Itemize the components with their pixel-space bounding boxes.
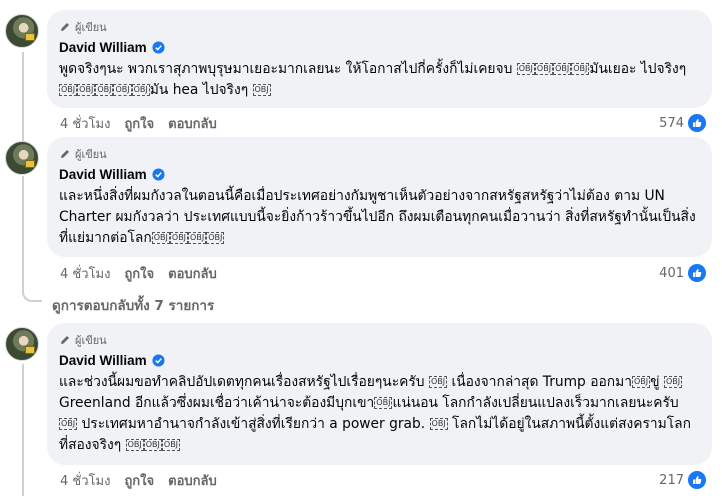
obj-glyph: OBJ <box>59 418 78 430</box>
verified-check-icon <box>152 353 165 367</box>
obj-glyph: OBJ <box>151 232 170 244</box>
reaction-count[interactable]: 574 <box>659 113 706 133</box>
obj-glyph: OBJ <box>161 439 181 451</box>
comment-bubble: ผู้เขียน David William และช่วงนี้ผมขอทำค… <box>47 323 712 465</box>
verified-check-icon <box>152 40 165 54</box>
author-badge-label: ผู้เขียน <box>75 21 107 34</box>
reply-button[interactable]: ตอบกลับ <box>168 113 217 134</box>
author-badge: ผู้เขียน <box>59 18 700 36</box>
verified-check-icon <box>152 167 165 181</box>
author-name[interactable]: David William <box>59 167 147 182</box>
avatar[interactable] <box>5 327 39 361</box>
obj-glyph: OBJ <box>77 84 96 96</box>
obj-glyph: OBJ <box>428 376 448 388</box>
author-badge: ผู้เขียน <box>59 331 700 349</box>
timestamp[interactable]: 4 ชั่วโมง <box>60 263 110 284</box>
author-badge-label: ผู้เขียน <box>75 148 107 161</box>
comment-bubble: ผู้เขียน David William พูดจริงๆนะ พวกเรา… <box>47 10 712 108</box>
obj-glyph: OBJ <box>374 397 393 409</box>
pen-icon <box>61 336 69 344</box>
avatar[interactable] <box>5 141 39 175</box>
like-button[interactable]: ถูกใจ <box>124 113 154 134</box>
author-badge: ผู้เขียน <box>59 145 700 163</box>
like-count: 401 <box>659 265 684 281</box>
like-thumb-icon <box>688 264 706 282</box>
like-thumb-icon <box>688 114 706 132</box>
obj-glyph: OBJ <box>143 439 162 451</box>
comment-text: และช่วงนี้ผมขอทำคลิปอัปเดตทุกคนเรื่องสหร… <box>59 374 691 453</box>
like-button[interactable]: ถูกใจ <box>124 263 154 284</box>
obj-glyph: OBJ <box>59 84 78 96</box>
reaction-count[interactable]: 217 <box>659 470 706 490</box>
obj-glyph: OBJ <box>125 439 144 451</box>
view-replies-link[interactable]: ดูการตอบกลับทั้ง 7 รายการ <box>52 294 214 316</box>
comment-actions: 4 ชั่วโมง ถูกใจ ตอบกลับ <box>60 263 217 283</box>
obj-glyph: OBJ <box>534 63 554 75</box>
flag-icon <box>25 160 35 168</box>
comment-actions: 4 ชั่วโมง ถูกใจ ตอบกลับ <box>60 470 217 490</box>
obj-glyph: OBJ <box>113 84 132 96</box>
reaction-count[interactable]: 401 <box>659 263 706 283</box>
thread-line <box>22 176 24 284</box>
timestamp[interactable]: 4 ชั่วโมง <box>60 113 110 134</box>
comment-text: พูดจริงๆนะ พวกเราสุภาพบุรุษมาเยอะมากเลยน… <box>59 61 687 98</box>
comment-text: และหนึ่งสิ่งที่ผมกังวลในตอนนี้คือเมื่อปร… <box>59 188 696 246</box>
author-badge-label: ผู้เขียน <box>75 334 107 347</box>
like-count: 574 <box>659 115 684 131</box>
flag-icon <box>25 346 35 354</box>
obj-glyph: OBJ <box>631 376 651 388</box>
avatar[interactable] <box>5 14 39 48</box>
obj-glyph: OBJ <box>429 418 448 430</box>
thread-line <box>22 364 24 496</box>
timestamp[interactable]: 4 ชั่วโมง <box>60 470 110 491</box>
comment-actions: 4 ชั่วโมง ถูกใจ ตอบกลับ <box>60 113 217 133</box>
obj-glyph: OBJ <box>553 63 572 75</box>
reply-button[interactable]: ตอบกลับ <box>168 470 217 491</box>
comment-bubble: ผู้เขียน David William และหนึ่งสิ่งที่ผม… <box>47 137 712 257</box>
like-button[interactable]: ถูกใจ <box>124 470 154 491</box>
like-thumb-icon <box>688 471 706 489</box>
flag-icon <box>25 33 35 41</box>
pen-icon <box>61 150 69 158</box>
thread-line <box>22 52 24 144</box>
obj-glyph: OBJ <box>571 63 590 75</box>
reply-button[interactable]: ตอบกลับ <box>168 263 217 284</box>
obj-glyph: OBJ <box>516 63 535 75</box>
obj-glyph: OBJ <box>95 84 114 96</box>
author-name[interactable]: David William <box>59 40 147 55</box>
reply-connector <box>22 282 42 302</box>
like-count: 217 <box>659 472 684 488</box>
author-name[interactable]: David William <box>59 353 147 368</box>
obj-glyph: OBJ <box>252 84 271 96</box>
obj-glyph: OBJ <box>131 84 150 96</box>
obj-glyph: OBJ <box>188 232 207 244</box>
pen-icon <box>61 23 69 31</box>
obj-glyph: OBJ <box>169 232 189 244</box>
obj-glyph: OBJ <box>663 376 683 388</box>
obj-glyph: OBJ <box>206 232 225 244</box>
